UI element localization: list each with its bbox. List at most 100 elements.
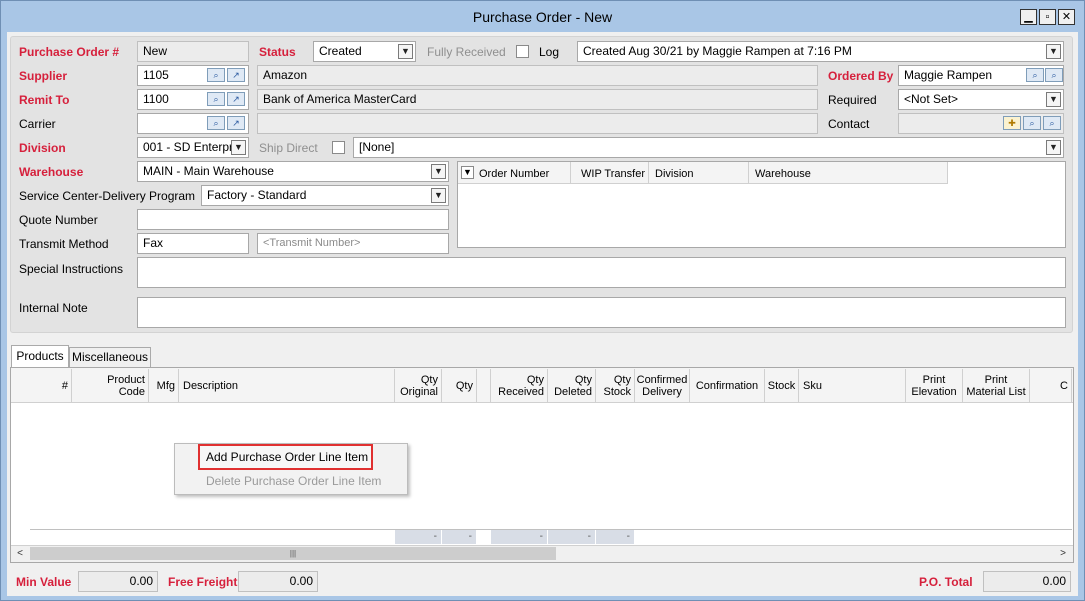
ship-direct-value: [None] bbox=[359, 140, 395, 154]
supplier-code-value: 1105 bbox=[143, 68, 169, 82]
ship-direct-dropdown[interactable]: [None] bbox=[353, 137, 1064, 158]
ship-direct-dropdown-arrow-icon[interactable]: ▼ bbox=[1046, 140, 1061, 155]
products-grid-col-label: Print Elevation bbox=[911, 374, 956, 398]
log-label: Log bbox=[539, 45, 560, 59]
warehouse-label: Warehouse bbox=[19, 165, 84, 179]
transmit-method-field[interactable]: Fax bbox=[137, 233, 249, 254]
products-grid-col-print-material-list[interactable]: Print Material List bbox=[963, 369, 1030, 402]
close-button[interactable]: ✕ bbox=[1058, 9, 1075, 25]
tab-products-label: Products bbox=[16, 349, 64, 363]
quote-number-label: Quote Number bbox=[19, 213, 98, 227]
remit-link-icon[interactable]: ↗ bbox=[227, 92, 245, 106]
po-number-label: Purchase Order # bbox=[19, 45, 120, 59]
contact-search-icon[interactable]: ⌕ bbox=[1023, 116, 1041, 130]
col-label-line2: Stock bbox=[603, 385, 631, 398]
products-grid-col-confirmation[interactable]: Confirmation bbox=[690, 369, 765, 402]
products-grid-col-mfg[interactable]: Mfg bbox=[149, 369, 179, 402]
menu-item-delete-line[interactable]: Delete Purchase Order Line Item bbox=[206, 474, 381, 488]
products-grid-col-label: Product Code bbox=[107, 374, 145, 398]
products-grid-col-print-elevation[interactable]: Print Elevation bbox=[906, 369, 963, 402]
division-value: 001 - SD Enterpr bbox=[143, 140, 234, 154]
ordered-by-browse-icon[interactable]: ⌕ bbox=[1045, 68, 1063, 82]
scroll-left-icon[interactable]: < bbox=[14, 547, 26, 560]
supplier-label: Supplier bbox=[19, 69, 68, 83]
order-grid-col-wip-transfer[interactable]: WIP Transfer bbox=[581, 166, 645, 182]
minimize-button[interactable]: ▁ bbox=[1020, 9, 1037, 25]
products-grid-col-label: Stock bbox=[768, 380, 796, 392]
products-grid-col-label: Sku bbox=[803, 380, 822, 392]
products-grid-col-qty[interactable]: Qty bbox=[442, 369, 477, 402]
po-number-field: New bbox=[137, 41, 249, 62]
contact-browse-icon[interactable]: ⌕ bbox=[1043, 116, 1061, 130]
summary-cell-qty-stock: - bbox=[596, 530, 634, 544]
products-grid-col-product-code[interactable]: Product Code bbox=[72, 369, 149, 402]
order-grid-col-division[interactable]: Division bbox=[655, 166, 694, 182]
carrier-link-icon[interactable]: ↗ bbox=[227, 116, 245, 130]
scrollbar-thumb[interactable]: ||| bbox=[30, 547, 556, 560]
new-contact-icon[interactable]: ✚ bbox=[1003, 116, 1021, 130]
products-grid-col-num[interactable]: # bbox=[30, 369, 72, 402]
required-dropdown[interactable]: <Not Set> bbox=[898, 89, 1064, 110]
order-grid-col-warehouse[interactable]: Warehouse bbox=[755, 166, 811, 182]
po-total-label: P.O. Total bbox=[919, 575, 973, 589]
col-label-line2: Description bbox=[183, 379, 239, 392]
col-label-line1: Qty bbox=[420, 373, 438, 386]
col-divider bbox=[648, 162, 649, 184]
free-freight-field: 0.00 bbox=[238, 571, 318, 592]
order-grid-column-chooser-icon[interactable]: ▼ bbox=[461, 166, 474, 179]
warehouse-dropdown-arrow-icon[interactable]: ▼ bbox=[431, 164, 446, 179]
division-dropdown-arrow-icon[interactable]: ▼ bbox=[231, 140, 246, 155]
required-dropdown-arrow-icon[interactable]: ▼ bbox=[1046, 92, 1061, 107]
scroll-right-icon[interactable]: > bbox=[1057, 547, 1069, 560]
products-grid-col-label: Confirmed Delivery bbox=[637, 374, 688, 398]
order-grid-col-order-number[interactable]: Order Number bbox=[479, 166, 549, 182]
division-label: Division bbox=[19, 141, 66, 155]
log-dropdown-arrow-icon[interactable]: ▼ bbox=[1046, 44, 1061, 59]
special-instructions-input[interactable] bbox=[137, 257, 1066, 288]
col-label-line2: Confirmation bbox=[695, 379, 759, 392]
log-dropdown[interactable]: Created Aug 30/21 by Maggie Rampen at 7:… bbox=[577, 41, 1064, 62]
tab-miscellaneous-label: Miscellaneous bbox=[71, 350, 149, 364]
ship-direct-checkbox[interactable] bbox=[332, 141, 345, 154]
quote-number-input[interactable] bbox=[137, 209, 449, 230]
products-grid-col-confirmed-delivery[interactable]: Confirmed Delivery bbox=[635, 369, 690, 402]
products-grid-col-qty-original[interactable]: Qty Original bbox=[395, 369, 442, 402]
products-grid-col-stock[interactable]: Stock bbox=[765, 369, 799, 402]
transmit-number-input[interactable]: <Transmit Number> bbox=[257, 233, 449, 254]
fully-received-checkbox[interactable] bbox=[516, 45, 529, 58]
ordered-by-search-icon[interactable]: ⌕ bbox=[1026, 68, 1044, 82]
products-grid-col-sku[interactable]: Sku bbox=[799, 369, 906, 402]
maximize-button[interactable]: ▫ bbox=[1039, 9, 1056, 25]
products-grid-col-qty-deleted[interactable]: Qty Deleted bbox=[548, 369, 596, 402]
log-value: Created Aug 30/21 by Maggie Rampen at 7:… bbox=[583, 44, 852, 58]
supplier-search-icon[interactable]: ⌕ bbox=[207, 68, 225, 82]
supplier-link-icon[interactable]: ↗ bbox=[227, 68, 245, 82]
internal-note-label: Internal Note bbox=[19, 301, 88, 315]
col-label-line1: Product bbox=[107, 373, 145, 386]
products-grid-col-c[interactable]: C bbox=[1030, 369, 1072, 402]
maximize-icon: ▫ bbox=[1045, 11, 1050, 23]
products-grid-col-qty-received[interactable]: Qty Received bbox=[491, 369, 548, 402]
col-label-line2: Received bbox=[498, 385, 544, 398]
status-dropdown-arrow-icon[interactable]: ▼ bbox=[398, 44, 413, 59]
products-grid-col-description[interactable]: Description bbox=[179, 369, 395, 402]
carrier-search-icon[interactable]: ⌕ bbox=[207, 116, 225, 130]
remit-to-label: Remit To bbox=[19, 93, 70, 107]
products-grid-col-qty-stock[interactable]: Qty Stock bbox=[596, 369, 635, 402]
tab-products[interactable]: Products bbox=[11, 345, 69, 368]
internal-note-input[interactable] bbox=[137, 297, 1066, 328]
menu-item-add-line[interactable]: Add Purchase Order Line Item bbox=[206, 450, 368, 464]
carrier-label: Carrier bbox=[19, 117, 56, 131]
supplier-name-field: Amazon bbox=[257, 65, 818, 86]
warehouse-dropdown[interactable]: MAIN - Main Warehouse bbox=[137, 161, 449, 182]
remit-search-icon[interactable]: ⌕ bbox=[207, 92, 225, 106]
col-label-line1: Print bbox=[922, 373, 946, 386]
service-center-dropdown[interactable]: Factory - Standard bbox=[201, 185, 449, 206]
status-value: Created bbox=[319, 44, 362, 58]
tab-miscellaneous[interactable]: Miscellaneous bbox=[69, 347, 151, 368]
po-total-field: 0.00 bbox=[983, 571, 1071, 592]
col-label-line1: Print bbox=[984, 373, 1008, 386]
window-title: Purchase Order - New bbox=[472, 9, 613, 25]
ordered-by-value: Maggie Rampen bbox=[904, 68, 993, 82]
service-center-dropdown-arrow-icon[interactable]: ▼ bbox=[431, 188, 446, 203]
